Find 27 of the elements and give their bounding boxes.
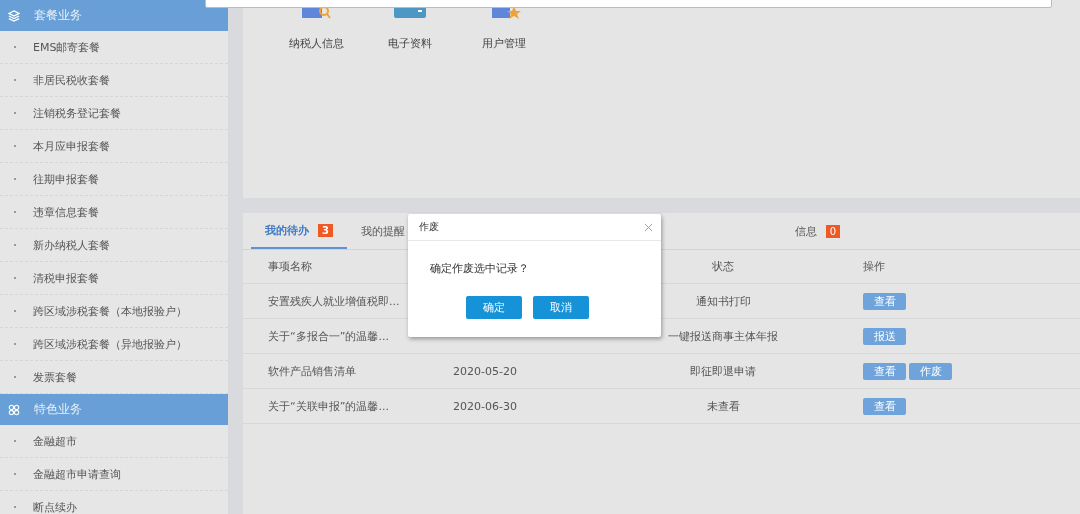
dialog-button[interactable]: 取消 [533,296,589,319]
table-cell: 2020-05-20 [453,364,517,378]
table-cell: 关于“关联申报”的温馨... [268,398,389,414]
column-header: 事项名称 [268,259,312,274]
table-cell: 未查看 [706,398,740,414]
column-header: 操作 [863,259,885,274]
table-cell: 通知书打印 [695,293,751,309]
shortcut-label[interactable]: 电子资料 [388,36,432,51]
column-header: 状态 [712,259,734,274]
table-cell: 安置残疾人就业增值税即... [268,293,400,309]
count-badge: 3 [318,223,333,237]
table-cell: 2020-06-30 [453,399,517,413]
count-badge: 0 [825,224,841,238]
shortcut-label[interactable]: 用户管理 [482,36,526,51]
close-icon[interactable] [644,222,653,232]
grid-icon [8,403,20,416]
tab[interactable]: 我的待办 3 [251,213,347,249]
tab[interactable]: 信息 0 [644,213,855,249]
layers-icon [8,9,20,22]
dialog-message: 确定作废选中记录？ [430,261,530,276]
table-cell: 一键报送商事主体年报 [668,328,778,344]
dialog-title: 作废 [419,220,439,234]
table-cell: 即征即退申请 [690,363,756,379]
table-cell: 关于“多报合一”的温馨... [268,328,389,344]
table-cell: 软件产品销售清单 [268,363,356,379]
dialog-button[interactable]: 确定 [466,296,522,319]
shortcut-label[interactable]: 纳税人信息 [288,36,344,51]
